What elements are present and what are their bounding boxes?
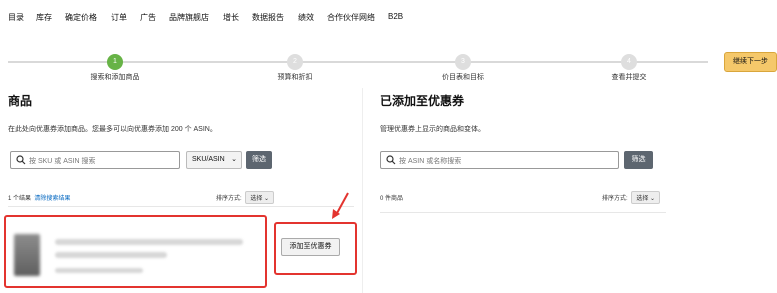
nav-item-inventory[interactable]: 库存 [36,12,52,23]
result-count: 1 个结果 [8,196,32,202]
step-4-indicator: 4 [621,54,637,70]
list-divider [8,206,354,207]
nav-item-b2b[interactable]: B2B [388,12,403,21]
added-list-divider [380,212,666,213]
added-sort: 排序方式: 选择 ⌄ [602,191,661,204]
added-sort-select[interactable]: 选择 ⌄ [631,191,661,204]
step-2-label: 预算和折扣 [277,74,313,81]
result-meta: 1 个结果 清除搜索结果 [8,193,70,202]
products-panel-title: 商品 [8,94,33,108]
nav-item-performance[interactable]: 绩效 [298,12,314,23]
nav-item-pricing[interactable]: 确定价格 [65,12,97,23]
product-title-blurred [55,239,243,245]
added-search-input[interactable]: 按 ASIN 或名称搜索 [380,151,619,169]
nav-item-orders[interactable]: 订单 [111,12,127,23]
added-sort-label: 排序方式: [602,196,628,202]
search-icon [16,155,26,165]
products-panel-description: 在此处向优惠券添加商品。您最多可以向优惠券添加 200 个 ASIN。 [8,126,217,133]
search-icon [386,155,396,165]
panel-divider [362,88,363,293]
product-detail-blurred [55,252,167,258]
step-1-label: 搜索和添加商品 [90,74,140,81]
continue-next-button[interactable]: 继续下一步 [724,52,777,72]
search-type-select[interactable]: SKU/ASIN ⌄ [186,151,242,169]
chevron-down-icon: ⌄ [231,156,237,163]
nav-item-growth[interactable]: 增长 [223,12,239,23]
step-3-label: 价目表和目标 [442,74,484,81]
added-count: 0 件商品 [380,196,404,202]
added-search-placeholder: 按 ASIN 或名称搜索 [399,158,462,165]
step-1-indicator: 1 [107,54,123,70]
product-filter-button[interactable]: 筛选 [246,151,272,169]
sort-label: 排序方式: [216,196,242,202]
added-panel-description: 管理优惠券上显示的商品和变体。 [380,126,485,133]
nav-item-partner-network[interactable]: 合作伙伴网络 [327,12,375,23]
sort-select-value: 选择 [250,196,263,202]
added-sort-select-value: 选择 [636,196,649,202]
added-panel-title: 已添加至优惠券 [380,94,465,108]
product-thumbnail [14,234,40,276]
clear-search-link[interactable]: 清除搜索结果 [34,196,70,202]
step-4-label: 查看并提交 [611,74,647,81]
annotation-arrow-icon [332,192,349,219]
nav-item-catalog[interactable]: 目录 [8,12,24,23]
search-type-value: SKU/ASIN [192,156,225,163]
top-navigation: 目录 库存 确定价格 订单 广告 品牌旗舰店 增长 数据报告 绩效 合作伙伴网络… [0,0,777,30]
nav-item-ads[interactable]: 广告 [140,12,156,23]
step-2-indicator: 2 [287,54,303,70]
add-to-coupon-button[interactable]: 添加至优惠券 [281,238,340,256]
product-search-input[interactable]: 按 SKU 或 ASIN 搜索 [10,151,180,169]
sort-select[interactable]: 选择 ⌄ [245,191,275,204]
product-sort: 排序方式: 选择 ⌄ [216,191,275,204]
product-search-placeholder: 按 SKU 或 ASIN 搜索 [29,158,96,165]
product-sku-blurred [55,268,143,273]
added-filter-button[interactable]: 筛选 [624,151,653,169]
nav-item-reports[interactable]: 数据报告 [252,12,284,23]
step-3-indicator: 3 [455,54,471,70]
progress-stepper: 1 搜索和添加商品 2 预算和折扣 3 价目表和目标 4 查看并提交 [0,46,777,86]
nav-item-brand-store[interactable]: 品牌旗舰店 [169,12,209,23]
